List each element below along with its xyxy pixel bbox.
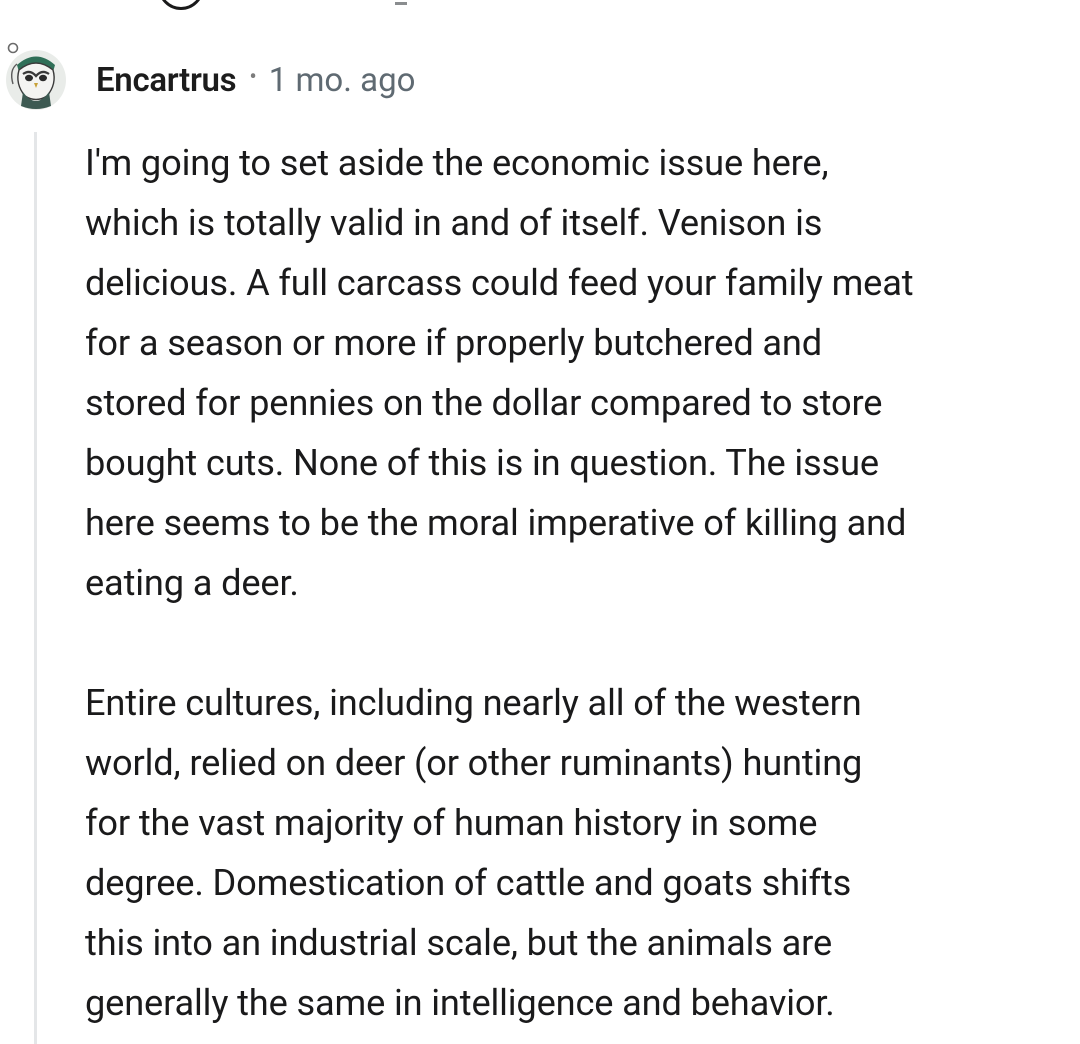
text-line: this into an industrial scale, but the a…: [85, 921, 832, 964]
text-line: degree. Domestication of cattle and goat…: [85, 861, 852, 904]
text-line: I'm going to set aside the economic issu…: [85, 141, 829, 184]
text-line: bought cuts. None of this is in question…: [85, 441, 879, 484]
text-line: stored for pennies on the dollar compare…: [85, 381, 883, 424]
username-link[interactable]: Encartrus: [96, 61, 237, 100]
owl-avatar-icon[interactable]: [3, 40, 69, 112]
comment-header: Encartrus • 1 mo. ago: [96, 58, 415, 102]
previous-comment-fragment: [395, 0, 407, 5]
text-line: here seems to be the moral imperative of…: [85, 501, 907, 544]
text-line: Entire cultures, including nearly all of…: [85, 681, 862, 724]
text-line: eating a deer.: [85, 561, 299, 604]
text-line: delicious. A full carcass could feed you…: [85, 261, 914, 304]
text-line: which is totally valid in and of itself.…: [85, 201, 823, 244]
comment-timestamp: 1 mo. ago: [268, 60, 416, 100]
text-line: for the vast majority of human history i…: [85, 801, 818, 844]
text-line: generally the same in intelligence and b…: [85, 981, 835, 1024]
comment-body: I'm going to set aside the economic issu…: [85, 133, 1075, 1033]
previous-comment-icon[interactable]: [158, 0, 204, 10]
meta-separator: •: [249, 64, 257, 90]
thread-collapse-line[interactable]: [34, 132, 37, 1044]
text-line: world, relied on deer (or other ruminant…: [85, 741, 863, 784]
comment-paragraph: Entire cultures, including nearly all of…: [85, 673, 1075, 1033]
comment-paragraph: I'm going to set aside the economic issu…: [85, 133, 1075, 613]
text-line: for a season or more if properly butcher…: [85, 321, 823, 364]
